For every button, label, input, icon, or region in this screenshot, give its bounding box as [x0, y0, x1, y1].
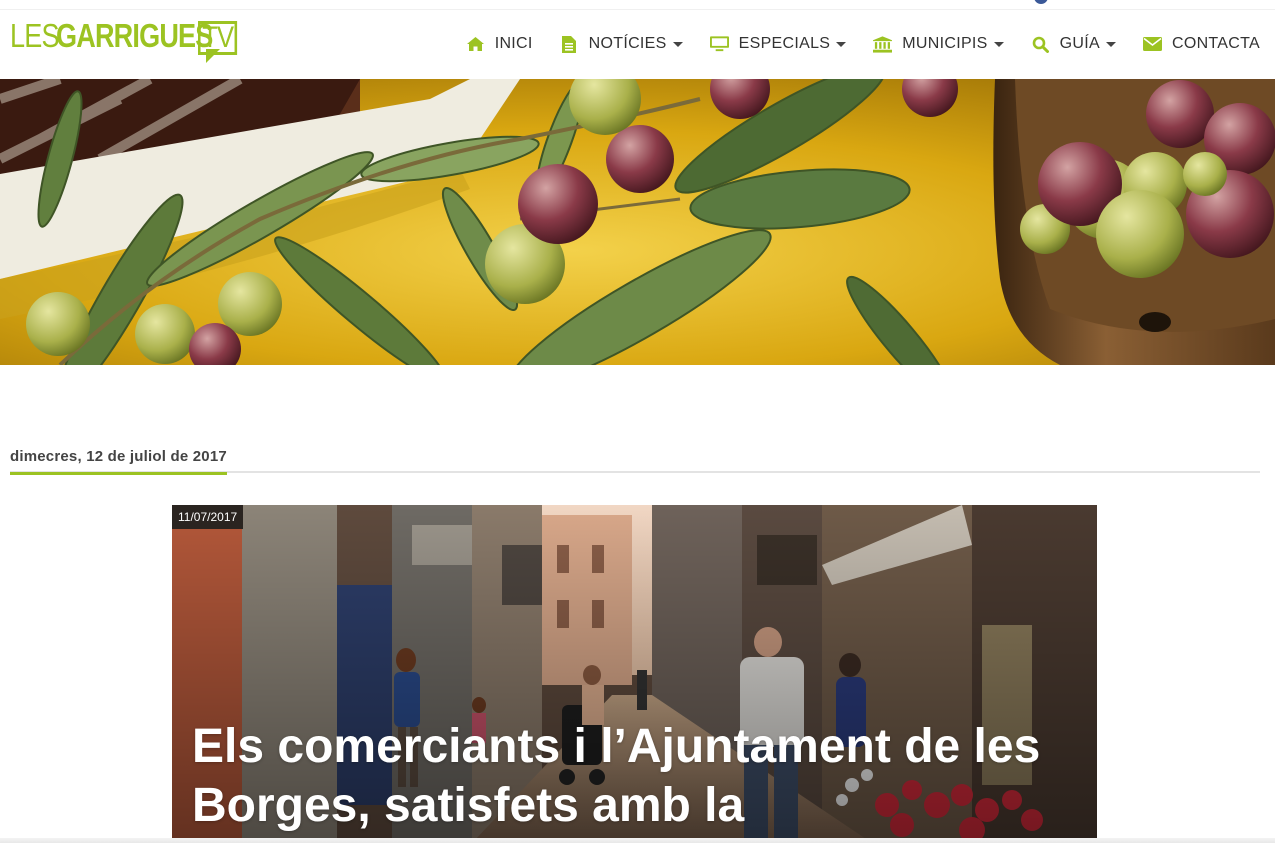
site-header: LES GARRIGUES TV INICI NOTÍCIES ESPECIAL… [0, 10, 1275, 79]
facebook-icon[interactable] [1034, 0, 1048, 4]
nav-label: MUNICIPIS [902, 35, 988, 52]
nav-label: NOTÍCIES [588, 35, 667, 52]
top-bar [0, 0, 1275, 10]
home-icon [466, 36, 485, 53]
bottom-edge [0, 838, 1275, 843]
bank-icon [873, 35, 893, 53]
date-heading: dimecres, 12 de juliol de 2017 [10, 448, 227, 475]
article-date-badge: 11/07/2017 [172, 505, 244, 529]
olives-illustration [0, 79, 1275, 365]
nav-item-municipis[interactable]: MUNICIPIS [873, 28, 1004, 60]
date-section-header: dimecres, 12 de juliol de 2017 [10, 445, 1260, 475]
search-icon [1031, 36, 1050, 53]
nav-item-inici[interactable]: INICI [466, 28, 533, 60]
logo-speech-tail [206, 49, 220, 63]
nav-item-contacta[interactable]: CONTACTA [1142, 28, 1260, 60]
nav-label: CONTACTA [1171, 35, 1260, 52]
nav-item-noticies[interactable]: NOTÍCIES [560, 28, 683, 60]
logo-les: LES [10, 17, 60, 54]
envelope-icon [1142, 36, 1162, 53]
article-title[interactable]: Els comerciants i l’Ajuntament de les Bo… [192, 717, 1052, 835]
nav-label: GUÍA [1059, 35, 1100, 52]
nav-label: ESPECIALS [738, 35, 831, 52]
main-nav: INICI NOTÍCIES ESPECIALS MUNICIPIS GUÍA … [439, 28, 1260, 60]
site-logo[interactable]: LES GARRIGUES TV [10, 18, 244, 64]
chevron-down-icon [836, 41, 847, 47]
nav-item-especials[interactable]: ESPECIALS [709, 28, 847, 60]
hero-banner-image [0, 79, 1275, 365]
logo-garrigues: GARRIGUES [56, 17, 213, 54]
featured-article-card[interactable]: 11/07/2017 Els comerciants i l’Ajuntamen… [172, 505, 1097, 843]
chevron-down-icon [993, 41, 1004, 47]
nav-label: INICI [494, 35, 533, 52]
nav-item-guia[interactable]: GUÍA [1031, 28, 1116, 60]
chevron-down-icon [1105, 41, 1116, 47]
monitor-icon [709, 36, 729, 53]
document-icon [560, 35, 579, 53]
chevron-down-icon [672, 41, 683, 47]
